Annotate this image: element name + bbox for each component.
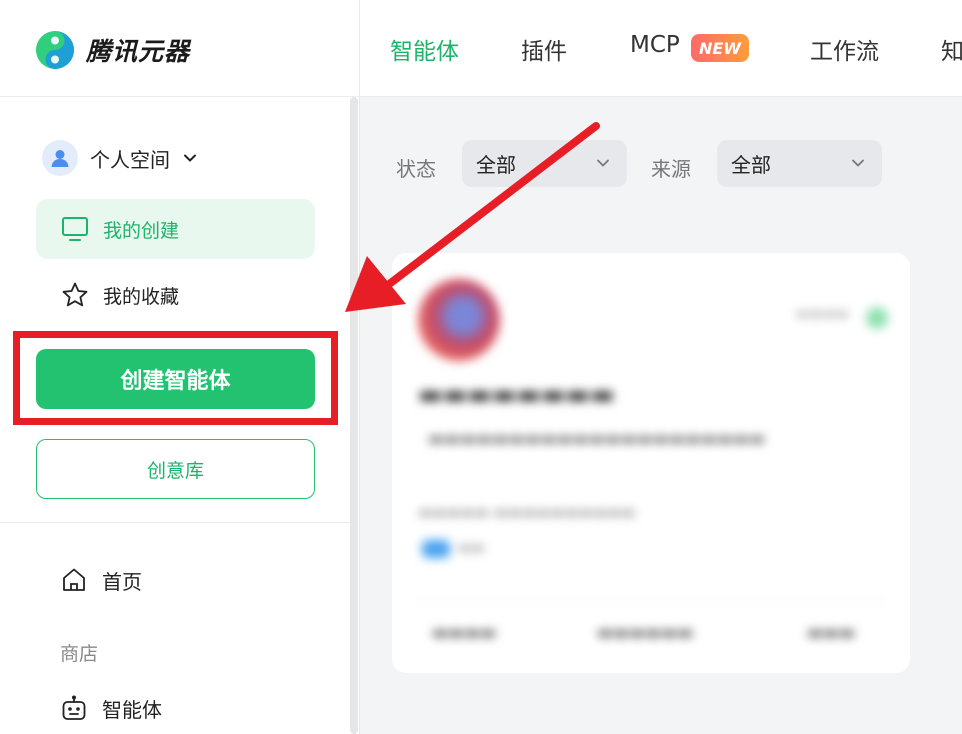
store-section-label: 商店: [60, 643, 99, 665]
card-title: ▬▬▬▬▬▬▬▬: [418, 380, 615, 410]
sidebar-item-my-favorites[interactable]: 我的收藏: [36, 265, 315, 325]
card-tag-icon: [422, 540, 450, 558]
logo-area: 腾讯元器: [0, 0, 360, 97]
logo-icon: [36, 31, 74, 69]
space-switcher[interactable]: 个人空间: [42, 140, 198, 176]
tab-knowledge[interactable]: 知: [941, 32, 962, 66]
sidebar-item-my-creations[interactable]: 我的创建: [36, 199, 315, 259]
card-meta: ▬▬▬▬▬ ▬▬▬▬▬▬▬▬▬▬: [418, 503, 636, 521]
tab-plugins[interactable]: 插件: [521, 32, 567, 66]
robot-icon: [62, 695, 86, 720]
chevron-down-icon: [597, 159, 609, 167]
top-navigation: 智能体 插件 MCP NEW 工作流 知: [360, 0, 962, 97]
chevron-down-icon: [852, 159, 864, 167]
new-badge: NEW: [691, 34, 749, 62]
sidebar-item-label: 我的创建: [103, 219, 180, 242]
card-status-dot: [866, 307, 888, 329]
sidebar-divider: [0, 522, 350, 523]
sidebar-item-store-agents[interactable]: 智能体: [60, 688, 162, 728]
status-filter-label: 状态: [396, 157, 436, 181]
source-filter-value: 全部: [731, 153, 771, 177]
card-stat: ▬▬▬▬: [432, 623, 497, 643]
sidebar-item-label: 首页: [102, 569, 142, 594]
tab-workflow[interactable]: 工作流: [810, 32, 879, 66]
card-status: ▬▬▬▬: [796, 306, 849, 322]
card-stat: ▬▬▬▬▬▬: [597, 623, 694, 643]
sidebar-item-label: 我的收藏: [103, 285, 180, 308]
sidebar-scrollbar[interactable]: [350, 97, 358, 734]
sidebar-item-label: 智能体: [102, 697, 162, 722]
status-filter-select[interactable]: 全部: [462, 140, 627, 187]
annotation-highlight-box: [13, 331, 338, 425]
idea-library-button[interactable]: 创意库: [36, 439, 315, 499]
brand-name: 腾讯元器: [86, 37, 191, 66]
card-tag: ▬▬: [458, 540, 485, 556]
source-filter-select[interactable]: 全部: [717, 140, 882, 187]
user-avatar-icon: [42, 140, 78, 176]
tab-agents[interactable]: 智能体: [390, 32, 459, 66]
status-filter-value: 全部: [476, 153, 516, 177]
monitor-icon: [62, 217, 88, 241]
card-avatar: [418, 279, 500, 361]
agent-card[interactable]: ▬▬▬▬ ▬▬▬▬▬▬▬▬ ▬▬▬▬▬▬▬▬▬▬▬▬▬▬▬▬▬▬▬▬▬ ▬▬▬▬…: [392, 253, 910, 673]
card-stat: ▬▬▬: [807, 623, 856, 643]
star-icon: [62, 282, 88, 307]
tab-mcp[interactable]: MCP: [630, 32, 680, 58]
space-label: 个人空间: [90, 147, 170, 172]
source-filter-label: 来源: [651, 157, 691, 181]
chevron-down-icon: [184, 154, 196, 162]
sidebar-item-home[interactable]: 首页: [60, 560, 142, 600]
card-divider: [418, 600, 884, 601]
card-description: ▬▬▬▬▬▬▬▬▬▬▬▬▬▬▬▬▬▬▬▬▬: [428, 429, 766, 449]
home-icon: [63, 568, 85, 591]
